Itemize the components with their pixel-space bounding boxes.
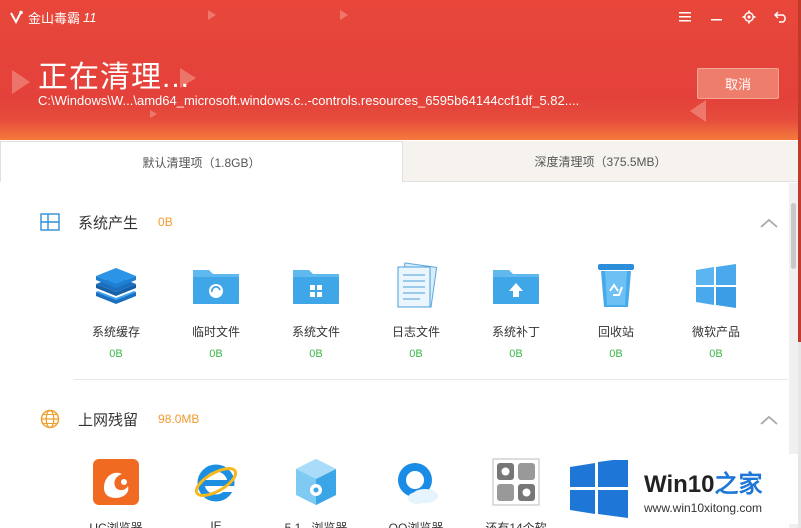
item-size: 0B <box>209 348 223 360</box>
cube-browser-icon <box>296 459 336 505</box>
menu-button[interactable] <box>676 8 694 26</box>
cancel-button[interactable]: 取消 <box>697 68 779 99</box>
item-size: 0B <box>609 348 623 360</box>
section-size: 98.0MB <box>158 412 200 426</box>
chevron-up-icon[interactable] <box>760 414 778 426</box>
item-label: 日志文件 <box>391 325 440 339</box>
item-label: 系统补丁 <box>491 325 540 339</box>
app-version: 11 <box>83 10 97 25</box>
windows-folder-icon <box>293 270 339 304</box>
item-size: 0B <box>309 348 323 360</box>
ie-browser-icon <box>194 464 238 502</box>
list-item[interactable]: 系统文件 0B <box>266 261 366 360</box>
list-item[interactable]: 还有14个软 <box>466 457 566 528</box>
qq-browser-icon <box>398 463 438 504</box>
stack-layers-icon <box>96 268 136 304</box>
app-name: 金山毒霸 <box>28 11 81 26</box>
uc-browser-icon <box>93 459 139 505</box>
list-item[interactable]: QQ浏览器 <box>366 457 466 528</box>
list-item[interactable]: 临时文件 0B <box>166 261 266 360</box>
section-header-web: 上网残留 98.0MB <box>40 408 199 430</box>
win10-logo-icon <box>570 460 628 518</box>
section-size: 0B <box>158 215 173 229</box>
minimize-button[interactable] <box>708 8 726 26</box>
menu-icon <box>679 12 691 22</box>
duba-logo-icon <box>10 10 23 24</box>
app-grid-icon <box>492 458 540 506</box>
recycle-bin-icon <box>598 264 634 307</box>
item-size: 0B <box>509 348 523 360</box>
item-size: 0B <box>109 348 123 360</box>
item-label: IE <box>210 519 222 528</box>
log-file-icon <box>397 262 438 308</box>
item-label: 系统缓存 <box>91 325 140 339</box>
section-items-web: UC浏览器 IE 5.1...浏览器 QQ浏览器 还有14个软 <box>66 457 566 528</box>
item-label: 5.1...浏览器 <box>284 521 348 528</box>
settings-button[interactable] <box>740 8 758 26</box>
chevron-up-icon[interactable] <box>760 217 778 229</box>
upload-folder-icon <box>493 270 539 304</box>
page-title: 正在清理... <box>38 61 191 94</box>
back-arrow-icon <box>774 11 786 23</box>
windows-icon <box>40 213 60 231</box>
section-divider <box>74 379 788 380</box>
section-items-system: 系统缓存 0B 临时文件 0B 系统文件 0B 日志文件 0B 系统补丁 0B … <box>66 261 766 360</box>
watermark-brand-suffix: 之家 <box>714 470 763 498</box>
list-item[interactable]: IE <box>166 457 266 528</box>
item-label: 还有14个软 <box>485 521 547 528</box>
section-title: 系统产生 <box>78 214 139 232</box>
list-item[interactable]: 5.1...浏览器 <box>266 457 366 528</box>
current-file-path: C:\Windows\W...\amd64_microsoft.windows.… <box>38 93 580 108</box>
app-window: 金山毒霸 11 正在清理... C:\Windows\W...\amd64_mi… <box>0 0 798 528</box>
watermark-url: www.win10xitong.com <box>644 500 763 515</box>
window-controls <box>676 8 790 26</box>
watermark: Win10之家 www.win10xitong.com <box>568 454 798 524</box>
item-label: UC浏览器 <box>89 521 143 528</box>
scrollbar-thumb[interactable] <box>791 203 796 269</box>
section-header-system: 系统产生 0B <box>40 211 173 233</box>
item-size: 0B <box>409 348 423 360</box>
list-item[interactable]: 回收站 0B <box>566 261 666 360</box>
watermark-brand-prefix: Win10 <box>644 470 715 498</box>
minimize-icon <box>711 19 722 21</box>
microsoft-logo-icon <box>696 264 736 308</box>
back-button[interactable] <box>772 8 790 26</box>
app-logo: 金山毒霸 11 <box>8 8 97 27</box>
item-label: QQ浏览器 <box>388 521 444 528</box>
tab-deep-clean[interactable]: 深度清理项（375.5MB） <box>402 141 798 182</box>
item-size: 0B <box>709 348 723 360</box>
list-item[interactable]: UC浏览器 <box>66 457 166 528</box>
header-banner: 金山毒霸 11 正在清理... C:\Windows\W...\amd64_mi… <box>0 0 798 140</box>
gear-icon <box>742 10 756 24</box>
list-item[interactable]: 系统补丁 0B <box>466 261 566 360</box>
item-label: 微软产品 <box>691 325 740 339</box>
temp-folder-icon <box>193 270 239 304</box>
tab-bar: 默认清理项（1.8GB） 深度清理项（375.5MB） <box>0 141 798 182</box>
globe-icon <box>40 409 60 429</box>
tab-default-clean[interactable]: 默认清理项（1.8GB） <box>0 141 402 182</box>
item-label: 临时文件 <box>191 325 240 339</box>
list-item[interactable]: 系统缓存 0B <box>66 261 166 360</box>
section-title: 上网残留 <box>78 411 139 429</box>
item-label: 回收站 <box>597 325 634 339</box>
list-item[interactable]: 微软产品 0B <box>666 261 766 360</box>
item-label: 系统文件 <box>291 325 340 339</box>
list-item[interactable]: 日志文件 0B <box>366 261 466 360</box>
